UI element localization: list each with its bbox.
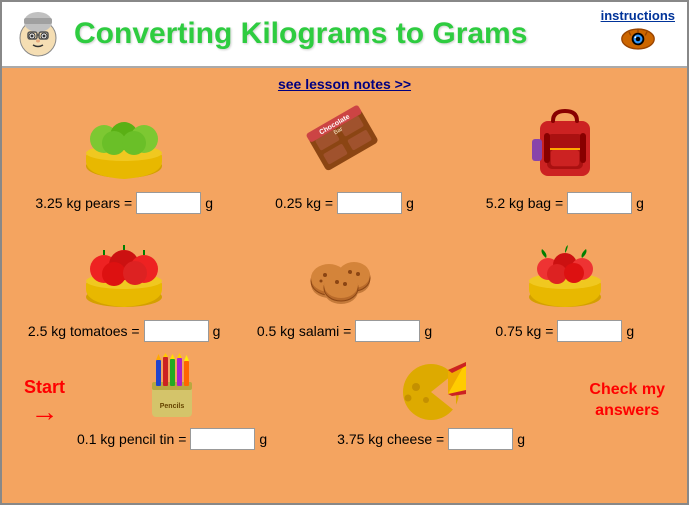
salami-label: 0.5 kg salami =: [257, 323, 352, 339]
chocolate-image: Chocolate Bar: [299, 96, 389, 186]
bowl075-input[interactable]: [557, 320, 622, 342]
pears-unit: g: [205, 195, 213, 211]
tomatoes-image: [79, 224, 169, 314]
bag-label: 5.2 kg bag =: [486, 195, 563, 211]
bowl075-image: [520, 224, 610, 314]
cheese-unit: g: [517, 431, 525, 447]
salami-image: [299, 224, 389, 314]
pencil-label: 0.1 kg pencil tin =: [77, 431, 186, 447]
check-answers-line2: answers: [595, 402, 659, 419]
problem-pencil: Pencils 0.1 kg pen: [77, 352, 267, 450]
bag-input[interactable]: [567, 192, 632, 214]
start-label: Start: [24, 377, 65, 398]
problem-pears: 3.25 kg pears = g: [14, 96, 234, 214]
cheese-label: 3.75 kg cheese =: [337, 431, 444, 447]
cheese-input[interactable]: [448, 428, 513, 450]
cheese-image: [386, 352, 476, 422]
bag-image: [520, 96, 610, 186]
problem-salami: 0.5 kg salami = g: [234, 224, 454, 342]
check-answers-line1: Check my: [589, 381, 665, 398]
bowl075-label: 0.75 kg =: [495, 323, 553, 339]
arrow-right-icon: →: [31, 398, 59, 426]
bowl075-unit: g: [626, 323, 634, 339]
main-content: see lesson notes >>: [2, 68, 687, 503]
chocolate-unit: g: [406, 195, 414, 211]
chocolate-label: 0.25 kg =: [275, 195, 333, 211]
page-title: Converting Kilograms to Grams: [74, 17, 677, 51]
chocolate-input[interactable]: [337, 192, 402, 214]
lesson-notes-link[interactable]: see lesson notes >>: [14, 76, 675, 92]
tomatoes-input[interactable]: [144, 320, 209, 342]
problem-bowl075: 0.75 kg = g: [455, 224, 675, 342]
pencil-input[interactable]: [190, 428, 255, 450]
bag-problem-row: 5.2 kg bag = g: [486, 192, 644, 214]
bottom-row: Start → Pencils: [14, 352, 675, 450]
tomatoes-unit: g: [213, 323, 221, 339]
bag-unit: g: [636, 195, 644, 211]
start-area[interactable]: Start →: [24, 377, 65, 426]
instructions-link[interactable]: instructions: [601, 8, 675, 23]
instructions-area: instructions: [601, 8, 675, 51]
pencil-image: Pencils: [137, 352, 207, 422]
problem-bag: 5.2 kg bag = g: [455, 96, 675, 214]
salami-problem-row: 0.5 kg salami = g: [257, 320, 432, 342]
problems-grid: 3.25 kg pears = g: [14, 96, 675, 342]
pencil-problem-row: 0.1 kg pencil tin = g: [77, 428, 267, 450]
problem-tomatoes: 2.5 kg tomatoes = g: [14, 224, 234, 342]
pencil-unit: g: [259, 431, 267, 447]
problem-chocolate: Chocolate Bar 0.25 kg = g: [234, 96, 454, 214]
check-answers-button[interactable]: Check my answers: [589, 380, 665, 422]
pears-label: 3.25 kg pears =: [35, 195, 132, 211]
tomatoes-problem-row: 2.5 kg tomatoes = g: [28, 320, 220, 342]
header: Converting Kilograms to Grams instructio…: [2, 2, 687, 68]
pears-input[interactable]: [136, 192, 201, 214]
app: Converting Kilograms to Grams instructio…: [0, 0, 689, 505]
eye-icon: [620, 27, 656, 51]
salami-input[interactable]: [355, 320, 420, 342]
salami-unit: g: [424, 323, 432, 339]
chocolate-problem-row: 0.25 kg = g: [275, 192, 414, 214]
mascot-icon: [12, 8, 64, 60]
bowl075-problem-row: 0.75 kg = g: [495, 320, 634, 342]
pears-problem-row: 3.25 kg pears = g: [35, 192, 213, 214]
svg-text:Pencils: Pencils: [160, 403, 185, 410]
tomatoes-label: 2.5 kg tomatoes =: [28, 323, 140, 339]
pears-image: [79, 96, 169, 186]
cheese-problem-row: 3.75 kg cheese = g: [337, 428, 525, 450]
problem-cheese: 3.75 kg cheese = g: [337, 352, 525, 450]
